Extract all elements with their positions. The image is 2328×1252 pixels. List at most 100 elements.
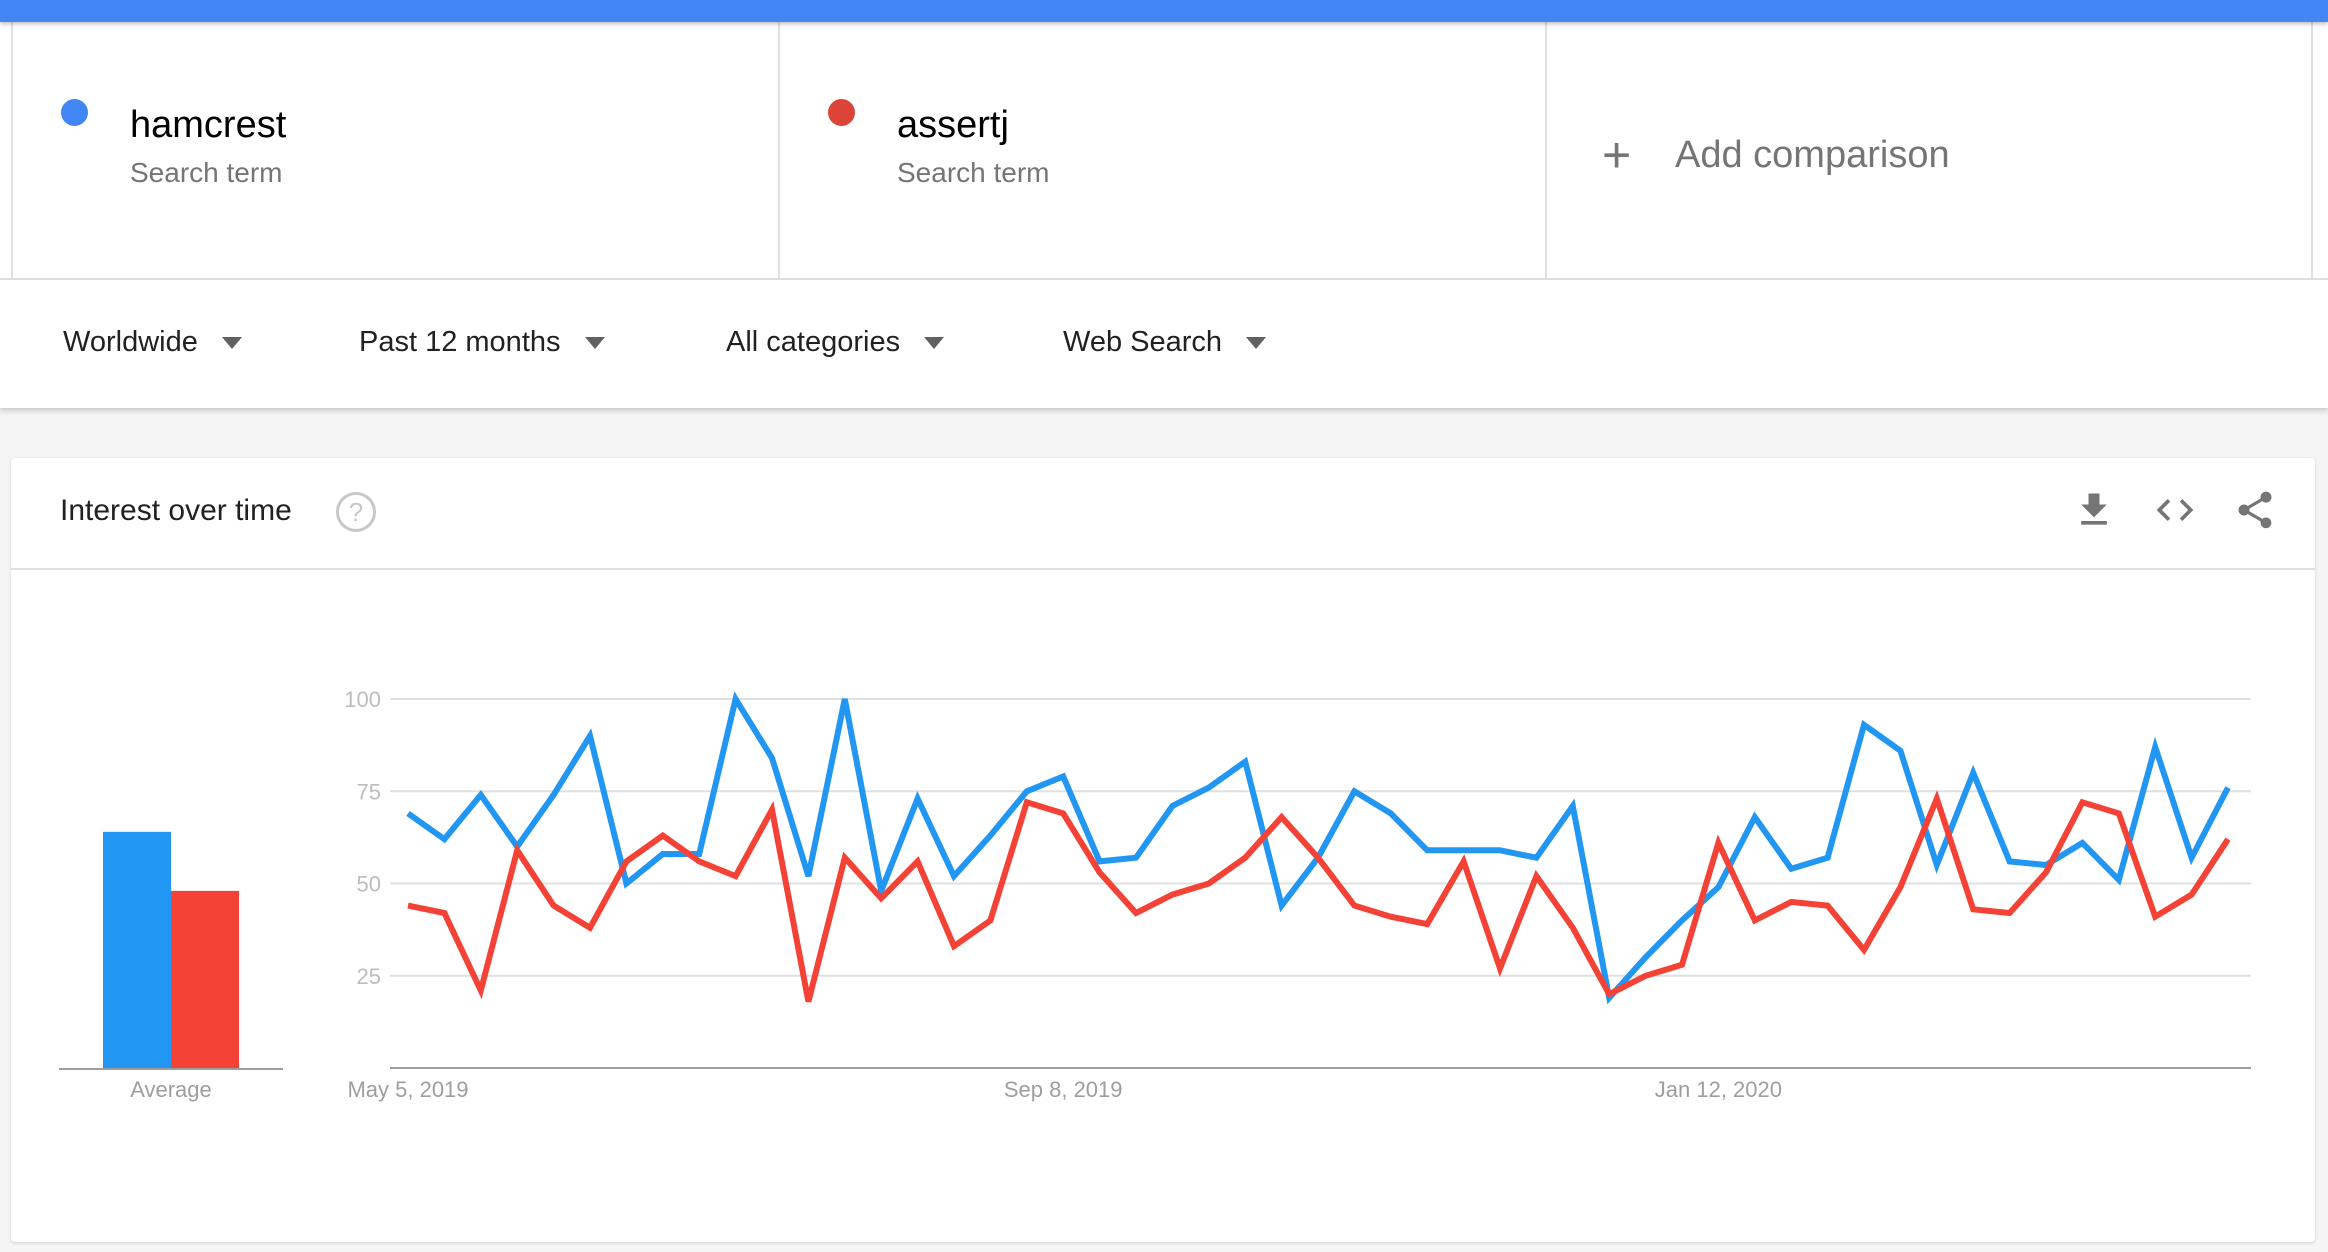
data-point-hamcrest [478,792,484,798]
search-type-dropdown[interactable]: Web Search [1063,326,1267,359]
time-range-dropdown[interactable]: Past 12 months [359,326,605,359]
data-point-assertj [769,807,775,813]
average-label: Average [130,1077,212,1102]
data-point-hamcrest [1206,785,1212,791]
data-point-assertj [1679,962,1685,968]
search-terms-row: hamcrest Search term assertj Search term… [0,22,2328,280]
data-point-assertj [1897,884,1903,890]
data-point-hamcrest [878,888,884,894]
search-term-name[interactable]: assertj [897,104,1009,147]
plus-icon: + [1602,127,1632,183]
data-point-assertj [696,858,702,864]
data-point-hamcrest [1752,814,1758,820]
series-color-dot-icon [61,99,88,126]
data-point-hamcrest [2007,858,2013,864]
data-point-assertj [587,925,593,931]
data-point-assertj [2189,892,2195,898]
data-point-assertj [1206,881,1212,887]
caret-down-icon [221,336,242,349]
top-app-bar [0,0,2328,22]
data-point-assertj [1097,869,1103,875]
data-point-assertj [514,847,520,853]
data-point-hamcrest [405,810,411,816]
filter-bar: Worldwide Past 12 months All categories … [0,280,2328,408]
add-comparison-label: Add comparison [1675,134,1950,176]
data-point-hamcrest [1970,770,1976,776]
data-point-assertj [2152,914,2158,920]
data-point-hamcrest [2079,840,2085,846]
interest-over-time-chart[interactable]: 25 50 75 100 May 5, 2019 Sep 8, 2019 Jan 12, 2… [11,458,2315,1242]
x-tick-label: May 5, 2019 [347,1077,468,1102]
data-point-hamcrest [1679,917,1685,923]
category-dropdown[interactable]: All categories [726,326,945,359]
data-point-assertj [1606,991,1612,997]
data-point-assertj [1133,910,1139,916]
data-point-assertj [1570,925,1576,931]
series-color-dot-icon [828,99,855,126]
data-point-hamcrest [1861,722,1867,728]
data-point-assertj [1024,799,1030,805]
search-term-name[interactable]: hamcrest [130,104,286,147]
category-dropdown-label: All categories [726,326,901,358]
location-dropdown[interactable]: Worldwide [63,326,242,359]
data-point-hamcrest [915,796,921,802]
data-point-assertj [1643,973,1649,979]
data-point-assertj [915,858,921,864]
data-point-hamcrest [1497,847,1503,853]
data-point-assertj [1424,921,1430,927]
data-point-assertj [1388,914,1394,920]
data-point-assertj [1752,917,1758,923]
data-point-assertj [805,999,811,1005]
data-point-hamcrest [1715,884,1721,890]
data-point-assertj [405,903,411,909]
data-point-assertj [1497,965,1503,971]
data-point-assertj [2079,799,2085,805]
search-term-card-hamcrest[interactable]: hamcrest Search term [11,22,778,278]
series-line-assertj [407,789,2231,1003]
y-tick-label: 100 [344,687,381,712]
data-point-hamcrest [2043,862,2049,868]
average-bar-assertj [171,890,239,1068]
data-point-hamcrest [1897,748,1903,754]
data-point-assertj [441,910,447,916]
data-point-hamcrest [1097,858,1103,864]
data-point-assertj [1533,873,1539,879]
data-point-assertj [2007,910,2013,916]
add-comparison-button[interactable]: + Add comparison [1545,22,2313,278]
data-point-hamcrest [2189,855,2195,861]
data-point-hamcrest [1279,903,1285,909]
data-point-assertj [660,833,666,839]
data-point-assertj [1060,810,1066,816]
data-point-assertj [1315,855,1321,861]
data-point-hamcrest [805,873,811,879]
search-term-subtitle: Search term [897,157,1050,188]
data-point-hamcrest [1169,803,1175,809]
data-point-hamcrest [1242,759,1248,765]
data-point-hamcrest [1643,954,1649,960]
data-point-assertj [551,903,557,909]
data-point-assertj [2116,810,2122,816]
data-point-hamcrest [733,696,739,702]
average-bar-hamcrest [103,831,171,1068]
search-term-card-assertj[interactable]: assertj Search term [778,22,1545,278]
data-point-assertj [1351,903,1357,909]
data-point-assertj [733,873,739,879]
data-point-hamcrest [842,696,848,702]
data-point-hamcrest [587,733,593,739]
data-point-hamcrest [551,792,557,798]
data-point-hamcrest [696,851,702,857]
data-point-assertj [2043,869,2049,875]
data-point-hamcrest [660,851,666,857]
data-point-hamcrest [1024,788,1030,794]
data-point-hamcrest [1825,855,1831,861]
data-point-hamcrest [1388,810,1394,816]
x-tick-label: Sep 8, 2019 [1004,1077,1123,1102]
data-point-assertj [1970,906,1976,912]
data-point-assertj [1861,947,1867,953]
data-point-hamcrest [2116,877,2122,883]
data-point-hamcrest [769,755,775,761]
caret-down-icon [1246,336,1267,349]
search-type-dropdown-label: Web Search [1063,326,1223,358]
data-point-assertj [2225,836,2231,842]
y-tick-label: 25 [357,964,381,989]
